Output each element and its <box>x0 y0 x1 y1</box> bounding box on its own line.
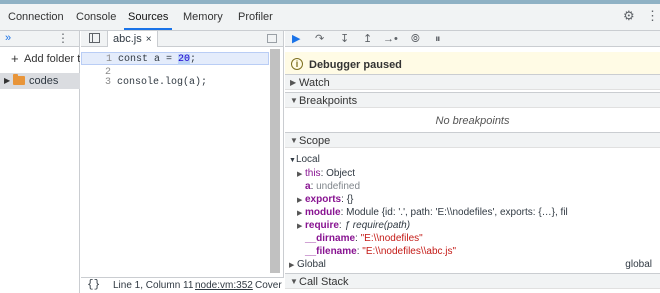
var-name: exports <box>305 194 342 205</box>
pause-on-exceptions-icon[interactable]: ⏸ <box>435 31 441 47</box>
scope-global-label: Global <box>297 259 326 270</box>
expanded-arrow-icon: ▼ <box>289 157 296 164</box>
var-name: __filename <box>305 246 357 257</box>
tab-console[interactable]: Console <box>76 4 116 30</box>
more-options-icon[interactable]: ⋮ <box>646 9 659 22</box>
code-line-3[interactable]: 3 console.log(a); <box>81 76 269 89</box>
no-breakpoints-message: No breakpoints <box>435 115 510 127</box>
expanded-arrow-icon: ▼ <box>290 136 298 145</box>
navigator-header: » ⋮ <box>0 31 79 47</box>
editor-scrollbar[interactable] <box>270 49 280 273</box>
scope-var-require[interactable]: ▶ require: ƒ require(path) <box>297 219 410 232</box>
add-folder-label: Add folder to <box>24 53 80 65</box>
debugger-sidebar: ▶ ↷ ↧ ↥ →• ⦾ ⏸ i Debugger paused ▶ Watch… <box>285 31 660 293</box>
scope-var-dirname[interactable]: __dirname: "E:\\nodefiles" <box>305 232 423 245</box>
collapsed-arrow-icon[interactable]: ▶ <box>289 259 297 272</box>
scope-var-this[interactable]: ▶ this: Object <box>297 167 355 180</box>
line-text: console.log(a); <box>117 77 208 88</box>
step-icon[interactable]: →• <box>383 31 398 47</box>
file-tab-abc-js[interactable]: abc.js × <box>107 31 158 47</box>
step-over-icon[interactable]: ↷ <box>315 31 324 47</box>
code-suffix: ; <box>190 54 197 65</box>
var-name: this <box>305 168 321 179</box>
code-selection: 20 <box>178 54 191 65</box>
scope-local-label: Local <box>295 154 320 165</box>
step-out-icon[interactable]: ↥ <box>363 31 372 47</box>
section-label: Watch <box>299 77 330 89</box>
line-number[interactable]: 3 <box>81 76 111 89</box>
editor-tab-bar: abc.js × <box>81 31 283 47</box>
var-value: ƒ require(path) <box>344 220 411 231</box>
editor-status-bar: {} Line 1, Column 11 node:vm:352 Cover <box>81 277 284 293</box>
collapsed-arrow-icon[interactable]: ▶ <box>297 168 305 181</box>
section-label: Breakpoints <box>299 95 358 107</box>
collapsed-arrow-icon: ▶ <box>290 78 297 87</box>
scope-global-row[interactable]: ▶ Global global <box>289 258 656 271</box>
var-value: "E:\\nodefiles" <box>360 233 423 244</box>
pretty-print-icon[interactable]: {} <box>87 278 100 293</box>
section-call-stack[interactable]: ▼ Call Stack <box>285 273 660 289</box>
expand-arrow-icon[interactable]: ▶ <box>4 73 10 89</box>
section-label: Call Stack <box>299 276 349 288</box>
folder-icon <box>13 74 25 85</box>
expanded-arrow-icon: ▼ <box>290 277 298 286</box>
cursor-position: Line 1, Column 11 <box>113 280 194 291</box>
add-folder-button[interactable]: + Add folder to <box>0 51 80 67</box>
navigator-pane: » ⋮ + Add folder to ▶ codes <box>0 31 80 293</box>
var-value: Object <box>326 168 356 179</box>
more-tabs-chevron-icon[interactable]: » <box>5 32 11 44</box>
step-into-icon[interactable]: ↧ <box>340 31 349 47</box>
tab-sources[interactable]: Sources <box>124 4 173 30</box>
section-scope[interactable]: ▼ Scope <box>285 132 660 148</box>
code-line-1[interactable]: 1 const a = 20; <box>81 52 269 65</box>
scope-var-exports[interactable]: ▶ exports: {} <box>297 193 353 206</box>
var-name: __dirname <box>305 233 356 244</box>
top-tab-bar: Connection Console Sources Memory Profil… <box>0 0 660 31</box>
scope-var-a[interactable]: a: undefined <box>305 180 360 193</box>
code-editor: abc.js × 1 const a = 20; 2 3 console.log(… <box>81 31 284 293</box>
resume-icon[interactable]: ▶ <box>292 31 303 47</box>
folder-label: codes <box>29 75 59 87</box>
navigator-menu-icon[interactable]: ⋮ <box>57 31 69 45</box>
folder-row-codes[interactable]: ▶ codes <box>0 73 80 89</box>
expanded-arrow-icon: ▼ <box>290 96 298 105</box>
collapsed-arrow-icon[interactable]: ▶ <box>297 220 305 233</box>
debugger-toolbar: ▶ ↷ ↧ ↥ →• ⦾ ⏸ <box>285 31 660 47</box>
deactivate-breakpoints-icon[interactable]: ⦾ <box>411 31 420 47</box>
var-value: undefined <box>316 181 361 192</box>
var-name: module <box>305 207 341 218</box>
tab-connection[interactable]: Connection <box>8 4 64 30</box>
var-value: {} <box>346 194 354 205</box>
tab-memory[interactable]: Memory <box>183 4 223 30</box>
var-value: "E:\\nodefiles\\abc.js" <box>362 246 457 257</box>
source-map-link[interactable]: node:vm:352 <box>195 278 253 293</box>
scope-var-module[interactable]: ▶ module: Module {id: '.', path: 'E:\\nod… <box>297 206 568 219</box>
section-watch[interactable]: ▶ Watch <box>285 74 660 90</box>
info-icon: i <box>291 58 303 70</box>
line-number[interactable]: 1 <box>82 53 112 66</box>
close-icon[interactable]: × <box>146 34 152 45</box>
plus-icon: + <box>11 51 19 66</box>
scope-global-value: global <box>625 259 652 270</box>
var-name: require <box>305 220 339 231</box>
coverage-label: Cover <box>255 280 282 291</box>
gear-icon[interactable]: ⚙ <box>623 9 635 22</box>
var-value: Module {id: '.', path: 'E:\\nodefiles', … <box>346 207 568 218</box>
file-tab-label: abc.js <box>113 33 142 45</box>
section-label: Scope <box>299 135 331 147</box>
section-breakpoints[interactable]: ▼ Breakpoints <box>285 92 660 108</box>
tab-profiler[interactable]: Profiler <box>238 4 273 30</box>
line-text: const a = 20; <box>118 53 196 66</box>
toggle-navigator-icon[interactable] <box>89 33 100 43</box>
scope-local-header[interactable]: ▼Local <box>289 153 320 166</box>
scope-var-filename[interactable]: __filename: "E:\\nodefiles\\abc.js" <box>305 245 456 258</box>
code-prefix: const a = <box>118 54 179 65</box>
toggle-debugger-icon[interactable] <box>267 34 277 43</box>
